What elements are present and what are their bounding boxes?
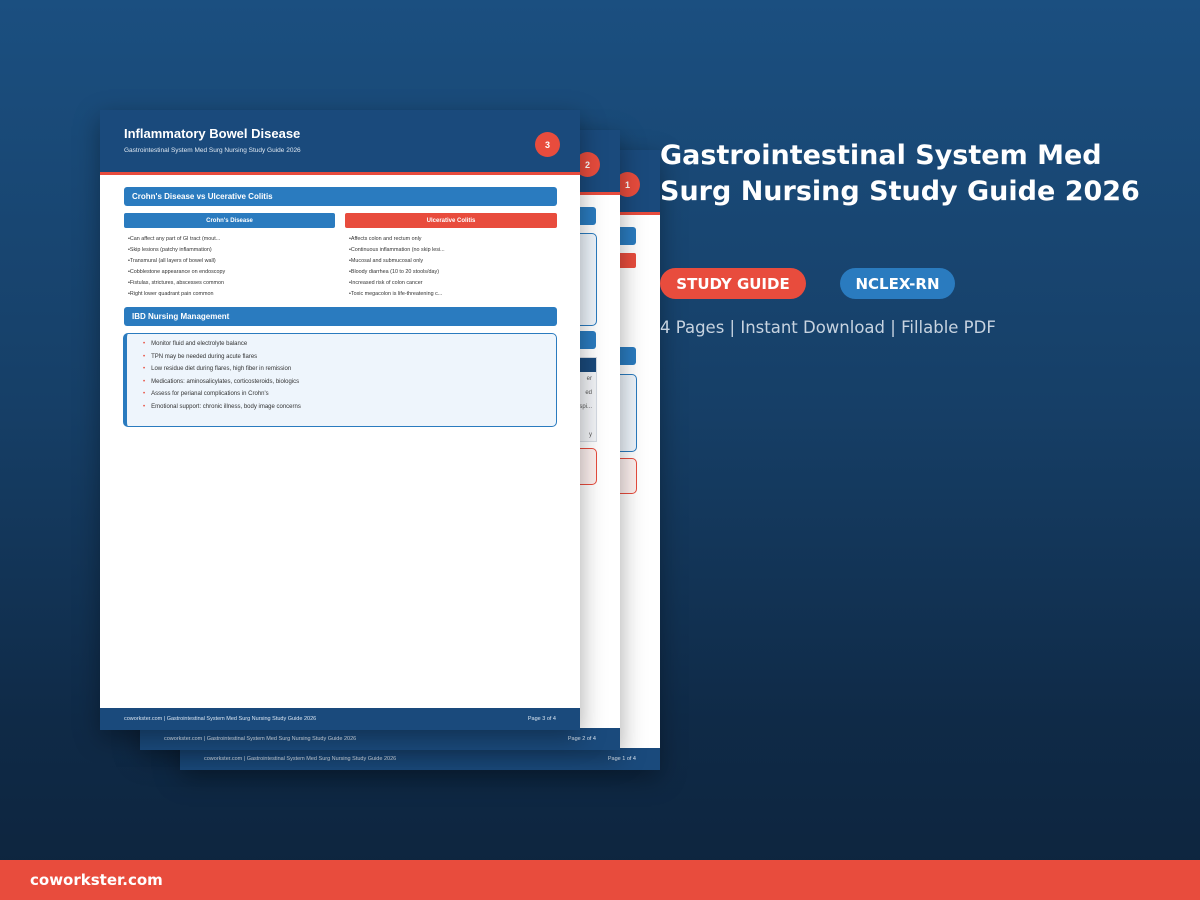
list-item: • Monitor fluid and electrolyte balance <box>143 338 556 351</box>
list-item-text: Emotional support: chronic illness, body… <box>151 403 301 410</box>
list-item: Mucosal and submucosal only <box>349 256 445 267</box>
product-meta: 4 Pages | Instant Download | Fillable PD… <box>660 318 996 337</box>
list-item: Continuous inflammation (no skip lesi... <box>349 245 445 256</box>
list-item: Can affect any part of GI tract (mout... <box>128 234 225 245</box>
list-item: • Medications: aminosalicylates, corticos… <box>143 376 556 389</box>
list-item-text: Medications: aminosalicylates, corticost… <box>151 378 300 385</box>
list-item-text: TPN may be needed during acute flares <box>151 353 258 360</box>
list-item: Skip lesions (patchy inflammation) <box>128 245 225 256</box>
bullet-icon: • <box>143 403 146 410</box>
list-item: Transmural (all layers of bowel wall) <box>128 256 225 267</box>
uc-column-header: Ulcerative Colitis <box>345 213 557 228</box>
crohns-list: Can affect any part of GI tract (mout...… <box>128 234 225 300</box>
list-item-text: Low residue diet during flares, high fib… <box>151 366 292 372</box>
list-item: Fistulas, strictures, abscesses common <box>128 278 225 289</box>
footer-text: coworkster.com | Gastrointestinal System… <box>204 756 397 762</box>
section-heading-comparison: Crohn's Disease vs Ulcerative Colitis <box>124 187 557 206</box>
page-title: Inflammatory Bowel Disease <box>124 126 301 141</box>
list-item: • Low residue diet during flares, high fi… <box>143 363 556 376</box>
page-subtitle: Gastrointestinal System Med Surg Nursing… <box>124 147 301 154</box>
table-cell-fragment: ed <box>585 390 592 396</box>
list-item: Affects colon and rectum only <box>349 234 445 245</box>
footer-page-count: Page 2 of 4 <box>567 736 596 742</box>
bullet-icon: • <box>143 391 146 397</box>
table-cell-fragment: y <box>589 432 592 438</box>
page-footer: coworkster.com | Gastrointestinal System… <box>140 728 620 750</box>
section-heading-management: IBD Nursing Management <box>124 307 557 326</box>
page-number-badge: 3 <box>535 132 560 157</box>
brand-name: coworkster.com <box>30 871 163 889</box>
footer-page-count: Page 1 of 4 <box>607 756 636 762</box>
bullet-icon: • <box>143 366 146 372</box>
list-item: Cobblestone appearance on endoscopy <box>128 267 225 278</box>
page-footer: coworkster.com | Gastrointestinal System… <box>100 708 580 730</box>
list-item-text: Monitor fluid and electrolyte balance <box>151 341 248 347</box>
uc-list: Affects colon and rectum only Continuous… <box>349 234 445 300</box>
list-item: • TPN may be needed during acute flares <box>143 351 556 364</box>
footer-page-count: Page 3 of 4 <box>527 716 556 722</box>
management-box: • Monitor fluid and electrolyte balance •… <box>123 333 557 427</box>
nclex-badge: NCLEX-RN <box>840 268 955 299</box>
page-footer: coworkster.com | Gastrointestinal System… <box>180 748 660 770</box>
crohns-column-header: Crohn's Disease <box>124 213 335 228</box>
footer-text: coworkster.com | Gastrointestinal System… <box>124 716 317 722</box>
list-item: Bloody diarrhea (10 to 20 stools/day) <box>349 267 445 278</box>
footer-text: coworkster.com | Gastrointestinal System… <box>164 736 357 742</box>
bullet-icon: • <box>143 378 146 385</box>
page-header <box>100 110 580 172</box>
header-accent-line <box>100 172 580 175</box>
list-item: Toxic megacolon is life-threatening c... <box>349 289 445 300</box>
list-item: Right lower quadrant pain common <box>128 289 225 300</box>
list-item: • Emotional support: chronic illness, bod… <box>143 401 556 414</box>
list-item-text: Assess for perianal complications in Cro… <box>151 391 269 397</box>
study-guide-badge: STUDY GUIDE <box>660 268 806 299</box>
bullet-icon: • <box>143 341 146 347</box>
table-cell-fragment: er <box>586 376 592 382</box>
list-item: Increased risk of colon cancer <box>349 278 445 289</box>
bullet-icon: • <box>143 353 146 360</box>
list-item: • Assess for perianal complications in Cr… <box>143 388 556 401</box>
product-title: Gastrointestinal System Med Surg Nursing… <box>660 140 1140 207</box>
management-list: • Monitor fluid and electrolyte balance •… <box>143 338 556 413</box>
brand-bar: coworkster.com <box>0 860 1200 900</box>
preview-page-3: Inflammatory Bowel Disease Gastrointesti… <box>100 110 580 730</box>
